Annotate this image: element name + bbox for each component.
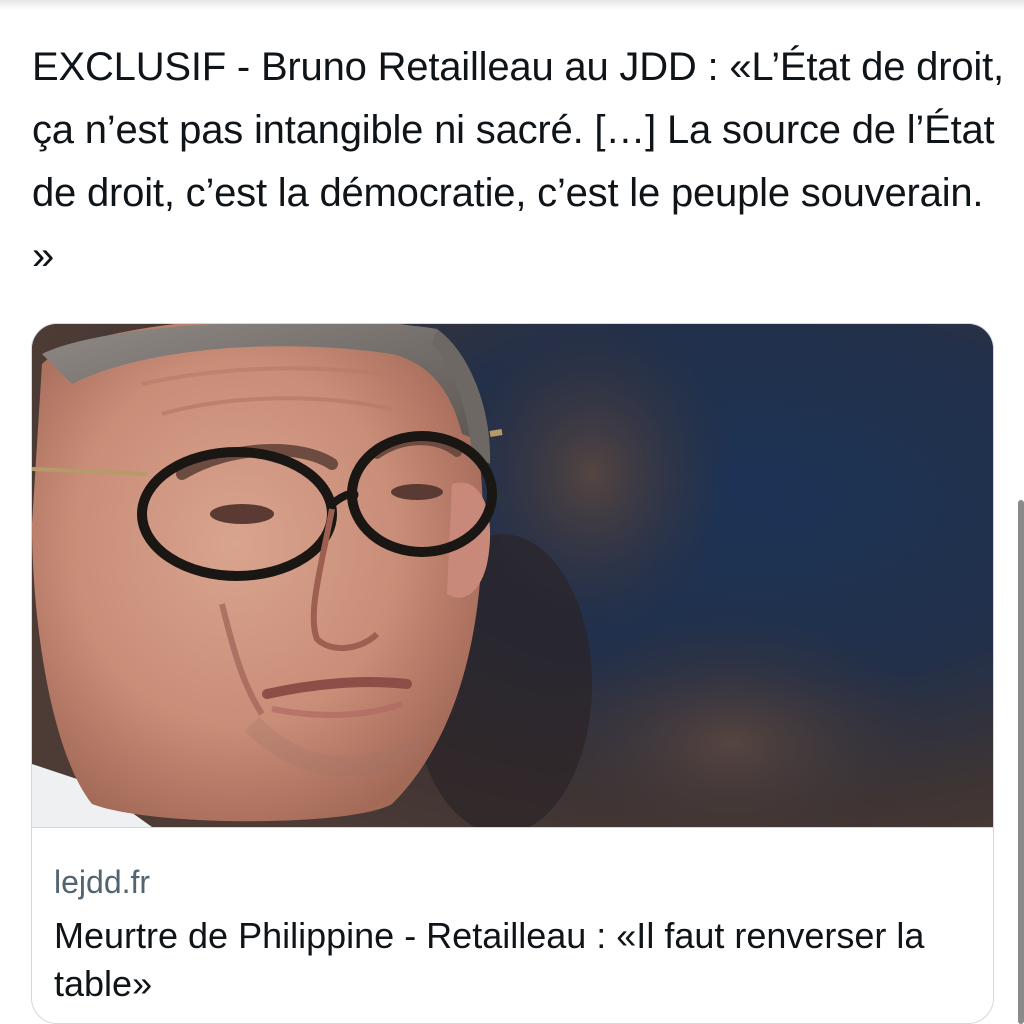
top-strip	[0, 0, 1024, 10]
link-preview-image[interactable]	[32, 324, 993, 827]
scrollbar[interactable]	[1018, 500, 1024, 1024]
portrait-photo-icon	[32, 324, 993, 827]
tweet-text: EXCLUSIF - Bruno Retailleau au JDD : «L’…	[32, 45, 1004, 278]
link-preview-meta[interactable]: lejdd.fr Meurtre de Philippine - Retaill…	[32, 827, 993, 1023]
link-preview-card[interactable]: lejdd.fr Meurtre de Philippine - Retaill…	[31, 323, 994, 1024]
link-headline: Meurtre de Philippine - Retailleau : «Il…	[54, 915, 925, 1004]
link-domain: lejdd.fr	[54, 864, 151, 900]
